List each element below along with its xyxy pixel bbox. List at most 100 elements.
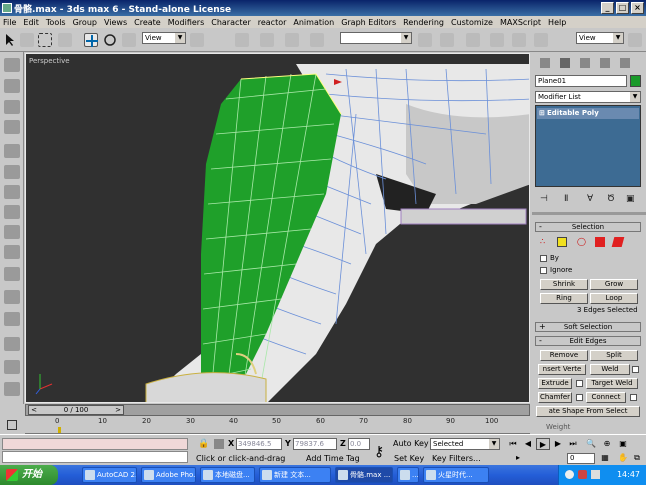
pin-stack-icon[interactable]: ⊣ — [540, 194, 548, 204]
extrude-settings-checkbox[interactable] — [576, 380, 583, 387]
material-editor-icon[interactable] — [512, 33, 526, 47]
maximize-button[interactable]: □ — [616, 2, 629, 14]
soft-selection-rollout-header[interactable]: + Soft Selection — [535, 322, 641, 332]
volume-icon[interactable] — [591, 470, 600, 479]
key-mode-icon[interactable]: ▸ — [511, 452, 525, 464]
animation-mode-dropdown[interactable]: Selected ▼ — [430, 438, 500, 450]
key-filters-button[interactable]: Key Filters... — [432, 454, 481, 463]
render-scene-icon[interactable] — [534, 33, 548, 47]
play-icon[interactable]: ▶ — [536, 438, 550, 450]
polygon-icon[interactable] — [595, 237, 605, 247]
named-selection-dropdown[interactable]: ▼ — [340, 32, 412, 44]
reactor-icon[interactable] — [4, 382, 20, 396]
reference-coord-dropdown[interactable]: View ▼ — [142, 32, 186, 44]
align-icon[interactable] — [440, 33, 454, 47]
display-tab-icon[interactable] — [620, 58, 630, 68]
snap-toggle-icon[interactable] — [235, 33, 249, 47]
select-manipulate-icon[interactable] — [210, 33, 224, 47]
maxscript-listener-white[interactable] — [2, 451, 188, 463]
zoom-icon[interactable]: 🔍 — [584, 438, 598, 450]
scale-icon[interactable] — [122, 33, 136, 47]
menu-group[interactable]: Group — [73, 18, 97, 27]
create-tab-icon[interactable] — [540, 58, 550, 68]
connect-button[interactable]: Connect — [586, 392, 626, 403]
chamfer-settings-checkbox[interactable] — [576, 394, 583, 401]
modify-tab-icon[interactable] — [560, 58, 570, 68]
mini-curve-editor-icon[interactable] — [7, 420, 17, 430]
remove-button[interactable]: Remove — [540, 350, 588, 361]
extrude-button[interactable]: Extrude — [538, 378, 572, 389]
grow-button[interactable]: Grow — [590, 279, 638, 290]
select-arrow-icon[interactable] — [3, 33, 17, 47]
modifier-list-dropdown[interactable]: Modifier List ▼ — [535, 91, 641, 103]
weld-button[interactable]: Weld — [590, 364, 630, 375]
maxscript-listener-pink[interactable] — [2, 438, 188, 450]
menu-modifiers[interactable]: Modifiers — [168, 18, 205, 27]
edge-icon[interactable] — [557, 237, 567, 247]
set-key-label[interactable]: Set Key — [394, 454, 424, 463]
element-icon[interactable] — [611, 237, 625, 247]
edit-edges-rollout-header[interactable]: - Edit Edges — [535, 336, 641, 346]
tray-icon[interactable] — [565, 470, 574, 479]
rotate-icon[interactable] — [103, 33, 117, 47]
tray-icon[interactable] — [578, 470, 587, 479]
go-to-end-icon[interactable]: ⏭ — [566, 438, 580, 450]
perspective-viewport[interactable]: Perspective — [25, 53, 530, 403]
taskbar-item-local-disk[interactable]: 本地磁盘... — [200, 467, 255, 483]
object-color-swatch[interactable] — [630, 75, 641, 87]
object-name-field[interactable]: Plane01 — [535, 75, 627, 87]
pan-icon[interactable]: ✋ — [616, 452, 630, 464]
hierarchy-tab-icon[interactable] — [580, 58, 590, 68]
current-frame-field[interactable]: 0 — [567, 453, 595, 464]
menu-graph-editors[interactable]: Graph Editors — [341, 18, 396, 27]
auto-key-label[interactable]: Auto Key — [393, 439, 429, 448]
weld-settings-checkbox[interactable] — [632, 366, 639, 373]
zoom-all-icon[interactable]: ⊕ — [600, 438, 614, 450]
systems-icon[interactable] — [4, 267, 20, 281]
helper-icon[interactable] — [4, 205, 20, 219]
window-crossing-icon[interactable] — [58, 33, 72, 47]
menu-edit[interactable]: Edit — [23, 18, 39, 27]
time-config-icon[interactable]: ▦ — [598, 452, 612, 464]
ring-button[interactable]: Ring — [540, 293, 588, 304]
expand-plus-icon[interactable]: ⊞ — [539, 108, 545, 119]
select-by-name-icon[interactable] — [20, 33, 34, 47]
loop-button[interactable]: Loop — [590, 293, 638, 304]
next-frame-icon[interactable]: ▶ — [551, 438, 565, 450]
sphere-icon[interactable] — [4, 100, 20, 114]
connect-settings-checkbox[interactable] — [630, 394, 637, 401]
make-unique-icon[interactable]: ∀ — [587, 194, 593, 204]
rect-selection-icon[interactable] — [38, 33, 52, 47]
shrink-button[interactable]: Shrink — [540, 279, 588, 290]
start-button[interactable]: 开始 — [0, 465, 58, 485]
menu-animation[interactable]: Animation — [293, 18, 334, 27]
taskbar-item-notepad[interactable]: 新建 文本... — [259, 467, 331, 483]
stack-item-editable-poly[interactable]: ⊞ Editable Poly — [537, 108, 639, 119]
box-icon[interactable] — [4, 144, 20, 158]
motion-tab-icon[interactable] — [600, 58, 610, 68]
taskbar-item-photoshop[interactable]: Adobe Pho... — [141, 467, 196, 483]
absolute-mode-icon[interactable] — [214, 439, 224, 449]
schematic-view-icon[interactable] — [490, 33, 504, 47]
border-icon[interactable]: ◯ — [577, 237, 587, 247]
render-type-dropdown[interactable]: View ▼ — [576, 32, 624, 44]
viewport-label[interactable]: Perspective — [29, 57, 70, 65]
menu-character[interactable]: Character — [211, 18, 251, 27]
pivot-icon[interactable] — [190, 33, 204, 47]
angle-snap-icon[interactable] — [260, 33, 274, 47]
taskbar-item-3dsmax[interactable]: 骨骼.max ... — [335, 467, 393, 483]
menu-help[interactable]: Help — [548, 18, 566, 27]
previous-frame-icon[interactable]: ◀ — [521, 438, 535, 450]
z-coord-field[interactable]: 0.0 — [348, 438, 370, 450]
timeline-ruler[interactable]: 0 10 20 30 40 50 60 70 80 90 100 — [25, 417, 530, 434]
menu-maxscript[interactable]: MAXScript — [500, 18, 541, 27]
percent-snap-icon[interactable] — [285, 33, 299, 47]
key-icon[interactable]: ⚷ — [374, 444, 384, 460]
lock-selection-icon[interactable]: 🔒 — [198, 439, 209, 449]
light-icon[interactable] — [4, 165, 20, 179]
y-coord-field[interactable]: 79837.6 — [293, 438, 337, 450]
add-time-tag-button[interactable]: Add Time Tag — [306, 454, 360, 463]
insert-vertex-button[interactable]: nsert Verte — [538, 364, 586, 375]
gear-icon[interactable] — [4, 225, 20, 239]
menu-file[interactable]: File — [3, 18, 16, 27]
